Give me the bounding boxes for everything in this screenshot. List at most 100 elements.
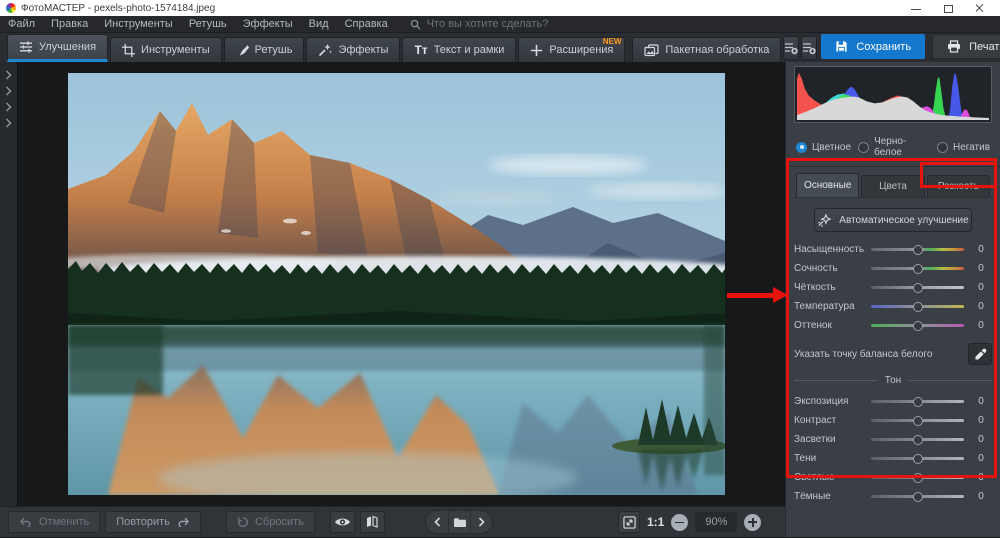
mode-black-white[interactable]: Черно-белое bbox=[858, 136, 930, 158]
slider-thumb[interactable] bbox=[913, 245, 923, 255]
shadows-track[interactable] bbox=[871, 457, 964, 460]
exposure-track[interactable] bbox=[871, 400, 964, 403]
menu-effects[interactable]: Эффекты bbox=[243, 18, 293, 30]
menu-help[interactable]: Справка bbox=[345, 18, 388, 30]
minimize-button[interactable] bbox=[910, 3, 922, 13]
slider-value: 0 bbox=[970, 244, 992, 255]
menu-search[interactable]: Что вы хотите сделать? bbox=[410, 18, 549, 30]
tab-text-frames[interactable]: Tт Текст и рамки bbox=[402, 37, 516, 62]
print-button[interactable]: Печать bbox=[932, 34, 1000, 59]
tone-section-header: Тон bbox=[794, 375, 992, 386]
panel-tab-basic[interactable]: Основные bbox=[796, 173, 859, 197]
tab-batch-processing[interactable]: Пакетная обработка bbox=[632, 37, 781, 62]
color-mode-row: Цветное Черно-белое Негатив bbox=[796, 136, 990, 158]
white-balance-picker-button[interactable] bbox=[968, 343, 992, 365]
zoom-level: 90% bbox=[695, 512, 737, 532]
new-badge: NEW bbox=[603, 37, 622, 46]
clarity-track[interactable] bbox=[871, 286, 964, 289]
restore-button[interactable] bbox=[942, 3, 954, 13]
titlebar: ФотоМАСТЕР - pexels-photo-1574184.jpeg bbox=[0, 0, 1000, 16]
slider-thumb[interactable] bbox=[913, 397, 923, 407]
menu-view[interactable]: Вид bbox=[309, 18, 329, 30]
temperature-track[interactable] bbox=[871, 305, 964, 308]
tint-track[interactable] bbox=[871, 324, 964, 327]
slider-thumb[interactable] bbox=[913, 416, 923, 426]
zoom-controls: 1:1 90% bbox=[618, 511, 761, 533]
next-photo-button[interactable] bbox=[470, 511, 492, 533]
open-folder-button[interactable] bbox=[448, 511, 470, 533]
panel-tab-colors[interactable]: Цвета bbox=[861, 175, 924, 197]
radio-selected-icon bbox=[796, 142, 807, 153]
expand-chevron-icon[interactable] bbox=[5, 70, 12, 80]
auto-enhance-label: Автоматическое улучшение bbox=[839, 215, 968, 226]
photo-preview bbox=[68, 73, 725, 495]
adjustments-panel: Цветное Черно-белое Негатив Основные Цве… bbox=[785, 62, 1000, 537]
mode-color[interactable]: Цветное bbox=[796, 142, 851, 153]
save-button[interactable]: Сохранить bbox=[821, 34, 925, 59]
prev-photo-button[interactable] bbox=[426, 511, 448, 533]
compare-before-after-button[interactable] bbox=[360, 511, 385, 533]
slider-value: 0 bbox=[970, 491, 992, 502]
slider-thumb[interactable] bbox=[913, 283, 923, 293]
slider-value: 0 bbox=[970, 282, 992, 293]
tab-enhancements[interactable]: Улучшения bbox=[7, 34, 108, 62]
blacks-track[interactable] bbox=[871, 495, 964, 498]
undo-button[interactable]: Отменить bbox=[8, 511, 100, 533]
redo-icon bbox=[176, 517, 190, 527]
printer-icon bbox=[947, 40, 961, 53]
whites-track[interactable] bbox=[871, 476, 964, 479]
tab-retouch[interactable]: Ретушь bbox=[224, 37, 305, 62]
highlights-track[interactable] bbox=[871, 438, 964, 441]
preset-add-button[interactable] bbox=[783, 36, 799, 60]
redo-label: Повторить bbox=[116, 516, 170, 528]
white-balance-row: Указать точку баланса белого bbox=[794, 343, 992, 365]
slider-thumb[interactable] bbox=[913, 321, 923, 331]
zoom-in-button[interactable] bbox=[744, 514, 761, 531]
slider-thumb[interactable] bbox=[913, 492, 923, 502]
tab-label: Пакетная обработка bbox=[665, 44, 769, 56]
tab-extensions[interactable]: NEW Расширения bbox=[518, 37, 625, 62]
menu-retouch[interactable]: Ретушь bbox=[189, 18, 227, 30]
slider-value: 0 bbox=[970, 434, 992, 445]
close-button[interactable] bbox=[974, 3, 986, 13]
menu-edit[interactable]: Правка bbox=[51, 18, 88, 30]
expand-chevron-icon[interactable] bbox=[5, 102, 12, 112]
contrast-track[interactable] bbox=[871, 419, 964, 422]
preset-export-button[interactable] bbox=[801, 36, 817, 60]
search-placeholder: Что вы хотите сделать? bbox=[427, 18, 549, 30]
slider-thumb[interactable] bbox=[913, 264, 923, 274]
slider-thumb[interactable] bbox=[913, 454, 923, 464]
slider-thumb[interactable] bbox=[913, 302, 923, 312]
mode-negative[interactable]: Негатив bbox=[937, 142, 990, 153]
redo-button[interactable]: Повторить bbox=[105, 511, 201, 533]
panel-tabs: Основные Цвета Резкость bbox=[794, 173, 992, 198]
histogram bbox=[794, 66, 992, 123]
magic-wand-icon bbox=[318, 43, 332, 57]
expand-chevron-icon[interactable] bbox=[5, 118, 12, 128]
slider-thumb[interactable] bbox=[913, 473, 923, 483]
fit-to-screen-button[interactable] bbox=[618, 511, 640, 533]
tab-tools[interactable]: Инструменты bbox=[110, 37, 222, 62]
slider-thumb[interactable] bbox=[913, 435, 923, 445]
slider-value: 0 bbox=[970, 320, 992, 331]
preset-export-icon bbox=[802, 41, 816, 55]
show-original-button[interactable] bbox=[330, 511, 355, 533]
app-logo-icon bbox=[6, 3, 16, 13]
toolbar: Улучшения Инструменты Ретушь Эффекты Tт … bbox=[0, 33, 1000, 62]
tab-label: Улучшения bbox=[39, 41, 96, 53]
menu-file[interactable]: Файл bbox=[8, 18, 35, 30]
menu-tools[interactable]: Инструменты bbox=[104, 18, 173, 30]
expand-chevron-icon[interactable] bbox=[5, 86, 12, 96]
reset-button[interactable]: Сбросить bbox=[226, 511, 315, 533]
actual-size-button[interactable]: 1:1 bbox=[647, 515, 664, 529]
zoom-out-button[interactable] bbox=[671, 514, 688, 531]
slider-shadows: Тени 0 bbox=[794, 449, 992, 468]
saturation-track[interactable] bbox=[871, 248, 964, 251]
vibrance-track[interactable] bbox=[871, 267, 964, 270]
save-icon bbox=[835, 40, 848, 53]
tab-effects[interactable]: Эффекты bbox=[306, 37, 400, 62]
search-icon bbox=[410, 19, 421, 30]
panel-tab-sharpness[interactable]: Резкость bbox=[927, 175, 990, 197]
auto-enhance-button[interactable]: Автоматическое улучшение bbox=[814, 208, 972, 232]
mode-label: Негатив bbox=[953, 142, 990, 153]
